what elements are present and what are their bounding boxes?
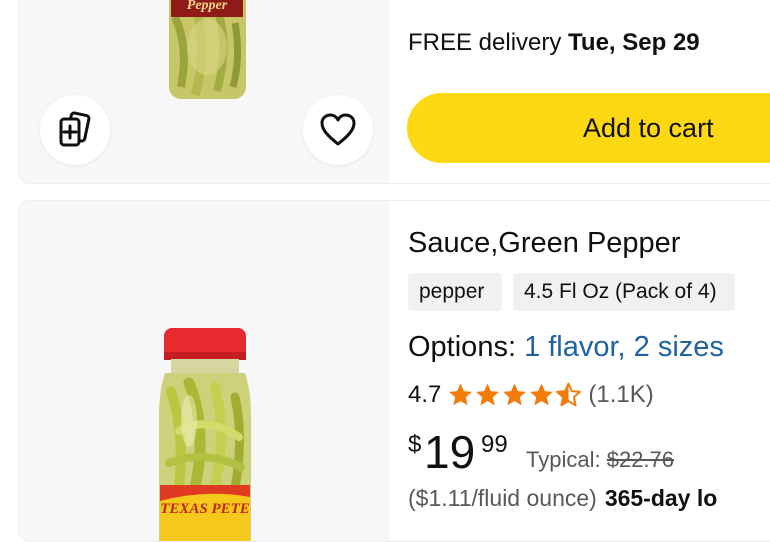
price-fraction: 99: [481, 431, 508, 458]
typical-price-value: $22.76: [606, 447, 675, 472]
chip-pepper[interactable]: pepper: [408, 273, 502, 311]
heart-icon: [320, 113, 356, 146]
options-link[interactable]: 1 flavor, 2 sizes: [524, 331, 724, 363]
options-label: Options:: [408, 331, 516, 363]
returns-info: 365-day lo: [604, 485, 718, 511]
add-to-cart-button[interactable]: Add to cart: [407, 93, 770, 163]
star-full-icon: [449, 383, 473, 406]
delivery-info: FREE delivery Tue, Sep 29: [408, 29, 700, 57]
star-full-icon: [503, 383, 527, 406]
delivery-date: Tue, Sep 29: [568, 29, 700, 56]
product-card[interactable]: TEXAS PETE Sauce,Green Pepper pepper 4.5…: [18, 200, 770, 542]
star-full-icon: [476, 383, 500, 406]
price-whole: 19: [424, 426, 476, 478]
add-to-cart-label: Add to cart: [583, 112, 714, 143]
product-image-panel[interactable]: Pepper: [19, 0, 389, 183]
rating-stars: [447, 382, 582, 408]
product-card[interactable]: Pepper FREE delivery Tue, Sep 29 Add to …: [18, 0, 770, 184]
typical-label: Typical:: [526, 447, 601, 472]
compare-button[interactable]: [40, 95, 110, 165]
product-image[interactable]: TEXAS PETE: [19, 201, 389, 541]
rating-row[interactable]: 4.7 (1.1K): [408, 379, 654, 411]
product-title[interactable]: Sauce,Green Pepper: [408, 227, 680, 260]
wishlist-button[interactable]: [303, 95, 373, 165]
star-full-icon: [530, 383, 554, 406]
rating-value: 4.7: [408, 381, 442, 408]
delivery-prefix: FREE delivery: [408, 29, 562, 56]
product-image-panel[interactable]: TEXAS PETE: [19, 201, 389, 541]
jar-label-text: Pepper: [187, 0, 228, 13]
price-symbol: $: [408, 431, 422, 458]
compare-cards-icon: [59, 111, 91, 147]
unit-price-row: ($1.11/fluid ounce) 365-day lo: [408, 485, 717, 512]
chip-size[interactable]: 4.5 Fl Oz (Pack of 4): [513, 273, 735, 311]
star-half-icon: [556, 382, 582, 407]
typical-price: Typical: $22.76: [526, 447, 674, 473]
options-row: Options: 1 flavor, 2 sizes: [408, 331, 724, 364]
rating-count: (1.1K): [588, 381, 654, 408]
unit-price: ($1.11/fluid ounce): [408, 485, 597, 511]
